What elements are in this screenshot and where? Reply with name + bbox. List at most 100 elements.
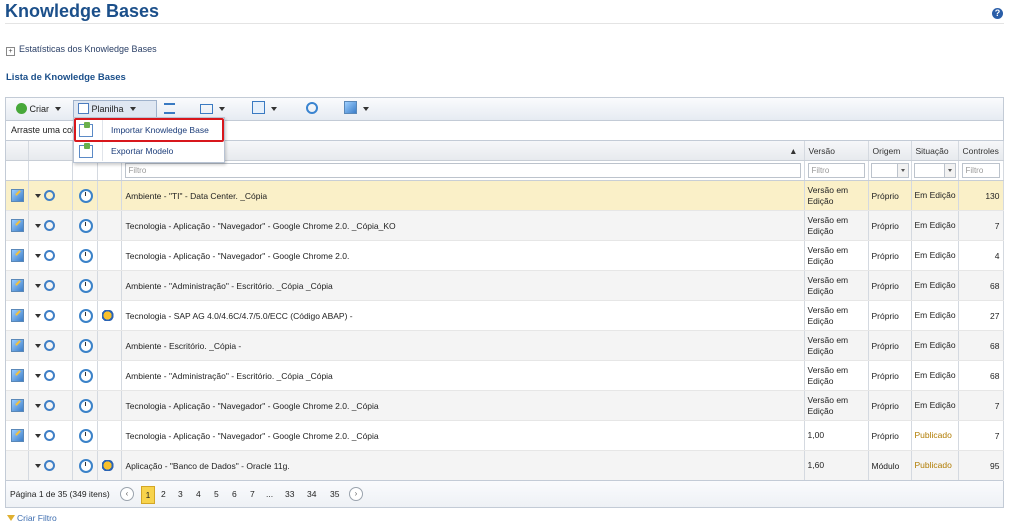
hierarchy-button[interactable] bbox=[164, 101, 175, 117]
chevron-down-icon[interactable] bbox=[34, 463, 41, 468]
search-icon[interactable] bbox=[43, 460, 55, 472]
name-cell[interactable]: Ambiente - "Administração" - Escritório.… bbox=[121, 360, 805, 391]
chevron-down-icon[interactable] bbox=[363, 107, 369, 111]
name-cell[interactable]: Tecnologia - Aplicação - "Navegador" - G… bbox=[121, 390, 805, 421]
table-row[interactable]: Tecnologia - Aplicação - "Navegador" - G… bbox=[6, 420, 1004, 451]
chevron-down-icon[interactable] bbox=[34, 403, 41, 408]
chevron-down-icon[interactable] bbox=[219, 107, 225, 111]
chevron-down-icon[interactable] bbox=[55, 107, 62, 111]
create-button[interactable]: Criar bbox=[16, 101, 62, 117]
clock-icon[interactable] bbox=[78, 458, 93, 473]
edit-icon[interactable] bbox=[11, 219, 24, 232]
clock-icon[interactable] bbox=[78, 278, 93, 293]
page-link[interactable]: 4 bbox=[196, 489, 201, 499]
next-page-button[interactable]: › bbox=[349, 487, 363, 501]
page-link[interactable]: ... bbox=[266, 489, 273, 499]
page-link[interactable]: 35 bbox=[330, 489, 339, 499]
name-cell[interactable]: Ambiente - "Administração" - Escritório.… bbox=[121, 270, 805, 301]
clock-icon[interactable] bbox=[78, 218, 93, 233]
clock-icon[interactable] bbox=[78, 398, 93, 413]
chevron-down-icon[interactable] bbox=[34, 373, 41, 378]
name-cell[interactable]: Ambiente - Escritório. _Cópia - bbox=[121, 330, 805, 361]
prev-page-button[interactable]: ‹ bbox=[120, 487, 134, 501]
version-column-header[interactable]: Versão bbox=[804, 141, 869, 161]
edit-icon[interactable] bbox=[11, 429, 24, 442]
page-link[interactable]: 5 bbox=[214, 489, 219, 499]
chevron-down-icon[interactable] bbox=[34, 343, 41, 348]
chevron-down-icon[interactable] bbox=[129, 107, 136, 111]
sheet-button[interactable]: Planilha bbox=[73, 100, 157, 118]
chevron-down-icon[interactable] bbox=[34, 253, 41, 258]
version-cell: Versão em Edição bbox=[804, 330, 869, 361]
search-icon[interactable] bbox=[43, 280, 55, 292]
chevron-down-icon[interactable] bbox=[34, 283, 41, 288]
clock-icon[interactable] bbox=[78, 248, 93, 263]
clock-icon[interactable] bbox=[78, 188, 93, 203]
search-icon[interactable] bbox=[43, 220, 55, 232]
controls-filter-input[interactable]: Filtro bbox=[961, 163, 1000, 178]
clock-icon[interactable] bbox=[78, 428, 93, 443]
clock-icon[interactable] bbox=[78, 308, 93, 323]
current-page[interactable]: 1 bbox=[141, 486, 155, 504]
search-icon[interactable] bbox=[43, 400, 55, 412]
export-button[interactable] bbox=[252, 101, 277, 117]
clock-icon[interactable] bbox=[78, 338, 93, 353]
edit-icon[interactable] bbox=[11, 249, 24, 262]
table-row[interactable]: Ambiente - "Administração" - Escritório.… bbox=[6, 270, 1004, 301]
table-row[interactable]: Tecnologia - Aplicação - "Navegador" - G… bbox=[6, 240, 1004, 271]
page-link[interactable]: 7 bbox=[250, 489, 255, 499]
search-icon[interactable] bbox=[43, 430, 55, 442]
name-cell[interactable]: Aplicação - "Banco de Dados" - Oracle 11… bbox=[121, 450, 805, 481]
help-icon[interactable]: ? bbox=[992, 8, 1003, 19]
clock-icon[interactable] bbox=[78, 368, 93, 383]
table-row[interactable]: Ambiente - "Administração" - Escritório.… bbox=[6, 360, 1004, 391]
search-icon[interactable] bbox=[43, 250, 55, 262]
table-row[interactable]: Ambiente - Escritório. _Cópia - Versão em… bbox=[6, 330, 1004, 361]
stats-toggle[interactable]: + Estatísticas dos Knowledge Bases bbox=[6, 44, 157, 56]
name-cell[interactable]: Tecnologia - Aplicação - "Navegador" - G… bbox=[121, 240, 805, 271]
version-filter-input[interactable]: Filtro bbox=[807, 163, 865, 178]
name-filter-input[interactable]: Filtro bbox=[124, 163, 801, 178]
controls-column-header[interactable]: Controles bbox=[958, 141, 1004, 161]
name-cell[interactable]: Tecnologia - Aplicação - "Navegador" - G… bbox=[121, 420, 805, 451]
table-row[interactable]: Tecnologia - Aplicação - "Navegador" - G… bbox=[6, 390, 1004, 421]
table-row[interactable]: Tecnologia - Aplicação - "Navegador" - G… bbox=[6, 210, 1004, 241]
chevron-down-icon[interactable] bbox=[271, 107, 277, 111]
edit-icon[interactable] bbox=[11, 279, 24, 292]
page-link[interactable]: 6 bbox=[232, 489, 237, 499]
status-filter-select[interactable] bbox=[913, 163, 956, 178]
page-link[interactable]: 2 bbox=[161, 489, 166, 499]
edit-icon[interactable] bbox=[11, 399, 24, 412]
stats-link[interactable]: Estatísticas dos Knowledge Bases bbox=[19, 44, 157, 54]
page-link[interactable]: 34 bbox=[307, 489, 316, 499]
origin-filter-select[interactable] bbox=[870, 163, 909, 178]
edit-button[interactable] bbox=[344, 101, 369, 117]
name-cell[interactable]: Ambiente - "TI" - Data Center. _Cópia bbox=[121, 180, 805, 211]
status-column-header[interactable]: Situação bbox=[911, 141, 959, 161]
origin-column-header[interactable]: Origem bbox=[868, 141, 912, 161]
expand-icon[interactable]: + bbox=[6, 47, 15, 56]
chevron-down-icon[interactable] bbox=[34, 433, 41, 438]
page-link[interactable]: 33 bbox=[285, 489, 294, 499]
chevron-down-icon[interactable] bbox=[34, 313, 41, 318]
menu-item-export-template[interactable]: Exportar Modelo bbox=[74, 141, 224, 161]
page-link[interactable]: 3 bbox=[178, 489, 183, 499]
search-icon[interactable] bbox=[43, 190, 55, 202]
create-filter-link[interactable]: Criar Filtro bbox=[7, 513, 57, 523]
table-row[interactable]: Aplicação - "Banco de Dados" - Oracle 11… bbox=[6, 450, 1004, 481]
columns-button[interactable] bbox=[200, 101, 225, 117]
edit-icon[interactable] bbox=[11, 189, 24, 202]
edit-icon[interactable] bbox=[11, 339, 24, 352]
name-cell[interactable]: Tecnologia - Aplicação - "Navegador" - G… bbox=[121, 210, 805, 241]
chevron-down-icon[interactable] bbox=[34, 223, 41, 228]
chevron-down-icon[interactable] bbox=[34, 193, 41, 198]
search-icon[interactable] bbox=[43, 370, 55, 382]
edit-icon[interactable] bbox=[11, 309, 24, 322]
name-cell[interactable]: Tecnologia - SAP AG 4.0/4.6C/4.7/5.0/ECC… bbox=[121, 300, 805, 331]
edit-icon[interactable] bbox=[11, 369, 24, 382]
refresh-button[interactable] bbox=[306, 101, 318, 117]
search-icon[interactable] bbox=[43, 310, 55, 322]
search-icon[interactable] bbox=[43, 340, 55, 352]
table-row[interactable]: Tecnologia - SAP AG 4.0/4.6C/4.7/5.0/ECC… bbox=[6, 300, 1004, 331]
table-row[interactable]: Ambiente - "TI" - Data Center. _Cópia Ver… bbox=[6, 180, 1004, 211]
